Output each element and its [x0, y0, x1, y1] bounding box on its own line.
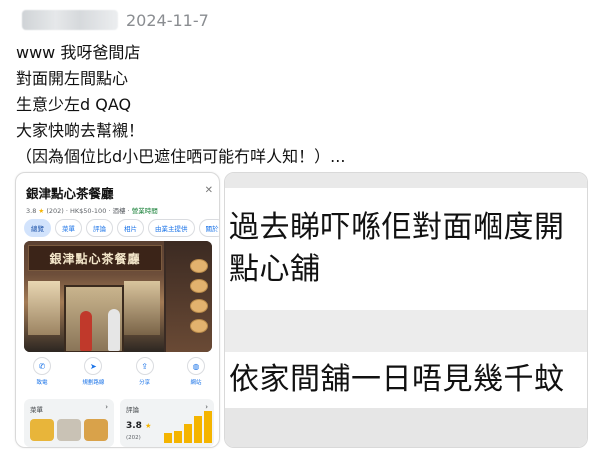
blurred-username[interactable] [22, 10, 118, 30]
price-range: HK$50-100 [70, 207, 107, 215]
tab-about: 關於 [198, 219, 219, 237]
star-icon: ★ [38, 207, 45, 215]
food-photo [84, 419, 108, 441]
food-photo [30, 419, 54, 441]
directions-button: ➤ 規劃路線 [75, 357, 111, 386]
chevron-right-icon: › [105, 403, 108, 411]
dish [190, 279, 208, 293]
tab-reviews: 評論 [86, 219, 113, 237]
rating-bar [194, 416, 202, 443]
rating-bar [184, 424, 192, 443]
tab-photos: 相片 [117, 219, 144, 237]
post-line: www 我呀爸間店 [16, 43, 141, 62]
dish [190, 319, 208, 333]
person [80, 311, 92, 351]
menu-board [166, 241, 212, 352]
close-icon: ✕ [204, 185, 213, 196]
rating-bar [174, 431, 182, 443]
storefront-sign: 銀津點心茶餐廳 [28, 245, 162, 271]
directions-icon: ➤ [84, 357, 103, 375]
reviews-preview: 評論 › 3.8 ★ (202) [120, 399, 214, 447]
quote-screenshot-image[interactable]: 過去睇吓喺佢對面嗰度開 點心舖 依家間舖一日唔見幾千蚊 [224, 172, 588, 448]
review-count: (202) [46, 207, 64, 215]
rating-bar [204, 411, 212, 443]
rating-value: 3.8 [26, 207, 37, 215]
phone-icon: ✆ [33, 357, 51, 375]
maps-tabs: 總覽 菜單 評論 相片 由業主提供 關於 [24, 219, 219, 237]
maps-actions: ✆ 致電 ➤ 規劃路線 ⇪ 分享 ◍ 網站 [24, 357, 214, 386]
storefront-photo: 銀津點心茶餐廳 [24, 241, 212, 352]
globe-icon: ◍ [186, 357, 205, 375]
menu-preview: 菜單 › [24, 399, 114, 447]
tab-overview: 總覽 [24, 219, 51, 237]
opening-hours: 營業時間 [131, 207, 158, 215]
share-icon: ⇪ [135, 357, 154, 375]
chevron-right-icon: › [205, 403, 208, 411]
post-date: 2024-11-7 [126, 10, 209, 30]
post-header: 2024-11-7 [22, 8, 209, 32]
person [108, 309, 120, 351]
quote-line: 依家間舖一日唔見幾千蚊 [229, 362, 565, 397]
post-line: 大家快啲去幫襯！ [16, 121, 145, 140]
category: 酒樓 [112, 207, 126, 215]
post-line: （因為個位比d小巴遮住哂可能冇咩人知！）... [16, 147, 346, 166]
rating-bar [164, 433, 172, 443]
quote-line: 點心舖 [229, 252, 321, 287]
restaurant-title: 銀津點心茶餐廳 [26, 186, 114, 201]
tab-owner: 由業主提供 [148, 219, 195, 237]
tab-menu: 菜單 [55, 219, 82, 237]
food-photo [57, 419, 81, 441]
share-button: ⇪ 分享 [127, 357, 163, 386]
website-button: ◍ 網站 [178, 357, 214, 386]
post-body: www 我呀爸間店 對面開左間點心 生意少左d QAQ 大家快啲去幫襯！ （因為… [16, 40, 586, 170]
post-line: 生意少左d QAQ [16, 95, 132, 114]
maps-screenshot-image[interactable]: 銀津點心茶餐廳 ✕ 3.8 ★ (202) · HK$50-100 · 酒樓 ·… [15, 172, 220, 448]
star-icon: ★ [145, 422, 152, 430]
restaurant-meta: 3.8 ★ (202) · HK$50-100 · 酒樓 · 營業時間 [26, 207, 158, 215]
call-button: ✆ 致電 [24, 357, 60, 386]
quote-line: 過去睇吓喺佢對面嗰度開 [229, 210, 565, 245]
post-line: 對面開左間點心 [16, 69, 129, 88]
dish [190, 299, 208, 313]
dish [190, 259, 208, 273]
